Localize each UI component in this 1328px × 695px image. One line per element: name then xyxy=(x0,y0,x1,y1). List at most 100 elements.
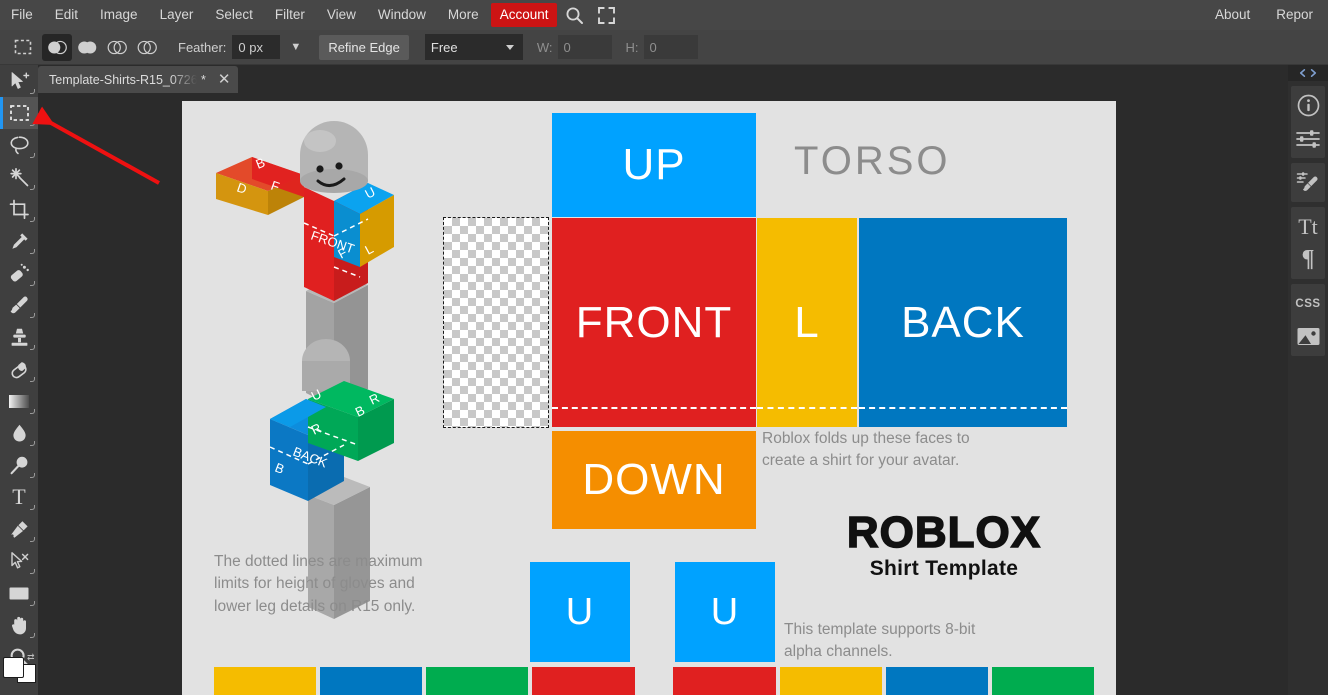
character-icon[interactable]: Tt xyxy=(1291,210,1325,243)
tool-corner-marker xyxy=(30,249,35,254)
right-panel-group-brush xyxy=(1291,163,1325,202)
refine-edge-button[interactable]: Refine Edge xyxy=(319,34,409,60)
strip-swatch[interactable] xyxy=(320,667,423,695)
css-icon[interactable]: CSS xyxy=(1291,287,1325,320)
width-input[interactable] xyxy=(557,35,612,59)
menu-file[interactable]: File xyxy=(1,4,43,26)
eraser-tool[interactable] xyxy=(0,353,38,385)
clone-stamp-tool[interactable] xyxy=(0,321,38,353)
selection-marquee[interactable] xyxy=(443,217,549,428)
menu-filter[interactable]: Filter xyxy=(265,4,315,26)
subtract-from-selection-button[interactable] xyxy=(102,34,132,61)
feather-input[interactable] xyxy=(232,35,281,59)
menu-about[interactable]: About xyxy=(1205,4,1264,26)
tool-corner-marker xyxy=(30,185,35,190)
face-up[interactable]: UP xyxy=(552,113,756,217)
close-icon[interactable]: ✕ xyxy=(218,72,231,87)
face-back[interactable]: BACK xyxy=(859,218,1067,427)
menu-right-group: About Repor xyxy=(1204,4,1328,26)
lasso-tool[interactable] xyxy=(0,129,38,161)
strip-swatch[interactable] xyxy=(991,667,1095,695)
tool-corner-marker xyxy=(30,409,35,414)
new-selection-button[interactable] xyxy=(42,33,72,61)
face-down-label: DOWN xyxy=(582,455,726,504)
tool-corner-marker xyxy=(30,89,35,94)
search-icon[interactable] xyxy=(561,2,587,28)
color-swatches[interactable]: ⇄ xyxy=(3,653,36,690)
paragraph-icon[interactable]: ¶ xyxy=(1291,243,1325,276)
template-title: TORSO xyxy=(794,139,951,183)
face-back-label: BACK xyxy=(901,297,1025,347)
width-label: W: xyxy=(536,39,553,55)
document-modified-indicator: * xyxy=(201,72,206,87)
document-tab[interactable]: Template-Shirts-R15_0726 * ✕ xyxy=(38,66,239,93)
height-label: H: xyxy=(625,39,639,55)
menu-select[interactable]: Select xyxy=(205,4,263,26)
move-tool[interactable] xyxy=(0,65,38,97)
path-selection-tool[interactable] xyxy=(0,545,38,577)
code-icon[interactable] xyxy=(1288,65,1328,81)
strip-swatch[interactable] xyxy=(885,667,988,695)
canvas-area[interactable]: FRONT F L U D F B B BACK R U B R UP FRON… xyxy=(38,93,1288,695)
face-front[interactable]: FRONT xyxy=(552,218,756,427)
face-down[interactable]: DOWN xyxy=(552,431,756,529)
strip-swatch[interactable] xyxy=(779,667,882,695)
tool-corner-marker xyxy=(30,345,35,350)
crop-tool[interactable] xyxy=(0,193,38,225)
tool-corner-marker xyxy=(30,505,35,510)
gradient-tool[interactable] xyxy=(0,385,38,417)
strip-swatch[interactable] xyxy=(673,667,776,695)
info-icon[interactable] xyxy=(1291,89,1325,122)
eyedropper-tool[interactable] xyxy=(0,225,38,257)
tool-corner-marker xyxy=(30,377,35,382)
menu-more[interactable]: More xyxy=(438,4,489,26)
add-to-selection-button[interactable] xyxy=(72,34,102,61)
menu-view[interactable]: View xyxy=(317,4,366,26)
tool-corner-marker xyxy=(30,121,35,126)
face-limb-up-2[interactable]: U xyxy=(675,562,775,662)
glove-limit-line-left xyxy=(757,407,857,409)
blur-tool[interactable] xyxy=(0,417,38,449)
menu-report[interactable]: Repor xyxy=(1266,4,1327,26)
brush-tool[interactable] xyxy=(0,289,38,321)
face-left[interactable]: L xyxy=(757,218,857,427)
face-limb-up-1-label: U xyxy=(565,591,595,633)
intersect-selection-button[interactable] xyxy=(132,34,162,61)
menu-account[interactable]: Account xyxy=(490,3,558,27)
type-tool[interactable]: T xyxy=(0,481,38,513)
menu-edit[interactable]: Edit xyxy=(45,4,88,26)
magic-wand-tool[interactable] xyxy=(0,161,38,193)
tool-corner-marker xyxy=(30,473,35,478)
tool-corner-marker xyxy=(30,217,35,222)
strip-swatch[interactable] xyxy=(426,667,529,695)
selection-style-select[interactable]: Free xyxy=(424,34,523,60)
feather-dropdown-caret[interactable]: ▼ xyxy=(290,41,301,53)
tool-corner-marker xyxy=(30,153,35,158)
healing-brush-tool[interactable] xyxy=(0,257,38,289)
tool-corner-marker xyxy=(30,313,35,318)
face-limb-up-1[interactable]: U xyxy=(530,562,630,662)
image-icon[interactable] xyxy=(1291,320,1325,353)
menu-image[interactable]: Image xyxy=(90,4,148,26)
hand-tool[interactable] xyxy=(0,609,38,641)
swap-colors-icon[interactable]: ⇄ xyxy=(27,653,35,662)
pen-tool[interactable] xyxy=(0,513,38,545)
feather-label: Feather: xyxy=(178,39,227,55)
document-canvas[interactable]: FRONT F L U D F B B BACK R U B R UP FRON… xyxy=(182,101,1116,695)
dodge-tool[interactable] xyxy=(0,449,38,481)
foreground-color-swatch[interactable] xyxy=(3,657,24,678)
fullscreen-icon[interactable] xyxy=(593,2,619,28)
selection-mode-group xyxy=(42,33,162,61)
css-icon-glyph: CSS xyxy=(1295,297,1321,310)
strip-swatch[interactable] xyxy=(532,667,635,695)
adjustments-icon[interactable] xyxy=(1291,122,1325,155)
menu-layer[interactable]: Layer xyxy=(150,4,204,26)
menu-window[interactable]: Window xyxy=(368,4,436,26)
brush-settings-icon[interactable] xyxy=(1291,166,1325,199)
height-input[interactable] xyxy=(643,35,698,59)
shape-tool[interactable] xyxy=(0,577,38,609)
strip-swatch[interactable] xyxy=(214,667,317,695)
rectangular-marquee-tool[interactable] xyxy=(0,97,38,129)
tool-corner-marker xyxy=(30,633,35,638)
character-icon-glyph: Tt xyxy=(1298,213,1318,239)
